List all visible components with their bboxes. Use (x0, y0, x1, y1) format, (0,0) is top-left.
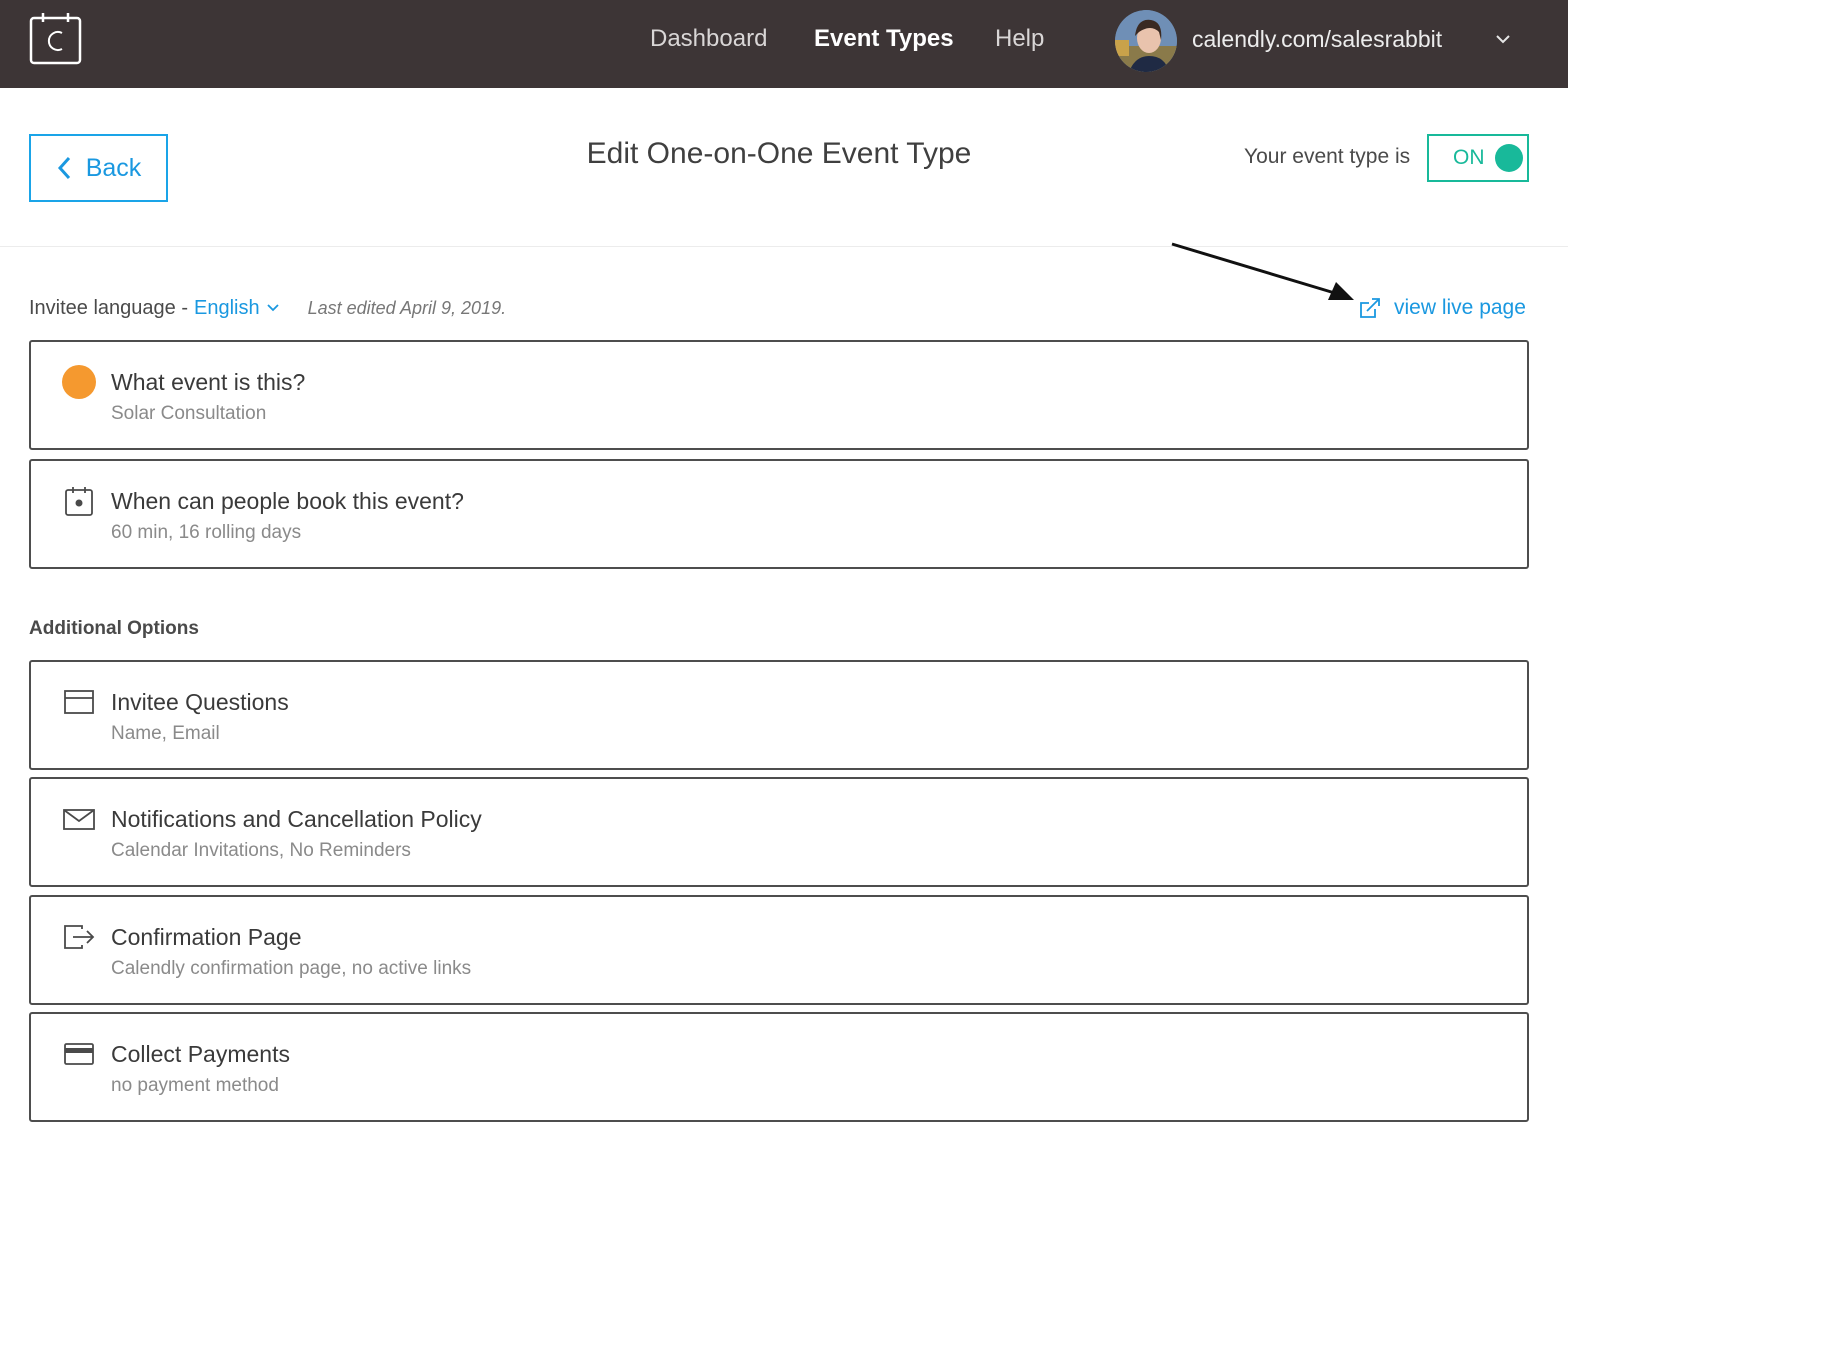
card-subtitle: Solar Consultation (111, 403, 267, 424)
language-value: English (194, 297, 260, 319)
card-event-details[interactable]: What event is this? Solar Consultation (29, 340, 1529, 450)
calendly-logo-icon[interactable] (29, 12, 82, 65)
view-live-page-link[interactable]: view live page (1358, 294, 1526, 322)
language-label: Invitee language - (29, 297, 189, 319)
card-subtitle: Name, Email (111, 723, 220, 744)
external-link-icon (1360, 298, 1380, 318)
card-title: Confirmation Page (111, 924, 302, 950)
chevron-down-icon[interactable] (1493, 29, 1513, 49)
nav-event-types-link[interactable]: Event Types (814, 22, 954, 56)
card-confirmation-page[interactable]: Confirmation Page Calendly confirmation … (29, 895, 1529, 1005)
nav-help-link[interactable]: Help (995, 22, 1044, 56)
card-title: What event is this? (111, 369, 306, 395)
envelope-icon (61, 801, 97, 837)
orange-dot-icon (61, 364, 97, 400)
top-nav-bar: Dashboard Event Types Help calendly.com/… (0, 0, 1568, 88)
card-title: When can people book this event? (111, 488, 464, 514)
chevron-down-icon (266, 304, 279, 312)
card-title: Invitee Questions (111, 689, 289, 715)
event-status-label: Your event type is (1244, 145, 1411, 168)
event-on-off-toggle[interactable]: ON (1427, 134, 1529, 182)
header-divider (0, 246, 1568, 247)
card-subtitle: Calendar Invitations, No Reminders (111, 840, 411, 861)
redirect-icon (61, 919, 97, 955)
credit-card-icon (61, 1036, 97, 1072)
card-title: Notifications and Cancellation Policy (111, 806, 482, 832)
card-notifications-policy[interactable]: Notifications and Cancellation Policy Ca… (29, 777, 1529, 887)
toggle-knob (1494, 144, 1523, 172)
toggle-label: ON (1453, 146, 1485, 169)
additional-options-heading: Additional Options (29, 618, 199, 639)
account-url-link[interactable]: calendly.com/salesrabbit (1192, 22, 1442, 56)
calendar-icon (61, 483, 97, 519)
card-collect-payments[interactable]: Collect Payments no payment method (29, 1012, 1529, 1122)
view-live-page-label: view live page (1394, 296, 1526, 319)
card-subtitle: Calendly confirmation page, no active li… (111, 958, 472, 979)
annotation-arrow-icon (1171, 242, 1354, 300)
nav-dashboard-link[interactable]: Dashboard (650, 22, 767, 56)
language-dropdown[interactable]: English (194, 294, 280, 322)
user-avatar[interactable] (1115, 10, 1177, 72)
card-booking-availability[interactable]: When can people book this event? 60 min,… (29, 459, 1529, 569)
card-invitee-questions[interactable]: Invitee Questions Name, Email (29, 660, 1529, 770)
card-subtitle: no payment method (111, 1075, 279, 1096)
card-title: Collect Payments (111, 1041, 290, 1067)
invitee-language-row: Invitee language - English Last edited A… (29, 294, 506, 322)
card-subtitle: 60 min, 16 rolling days (111, 522, 302, 543)
form-icon (61, 684, 97, 720)
last-edited-text: Last edited April 9, 2019. (307, 298, 507, 318)
